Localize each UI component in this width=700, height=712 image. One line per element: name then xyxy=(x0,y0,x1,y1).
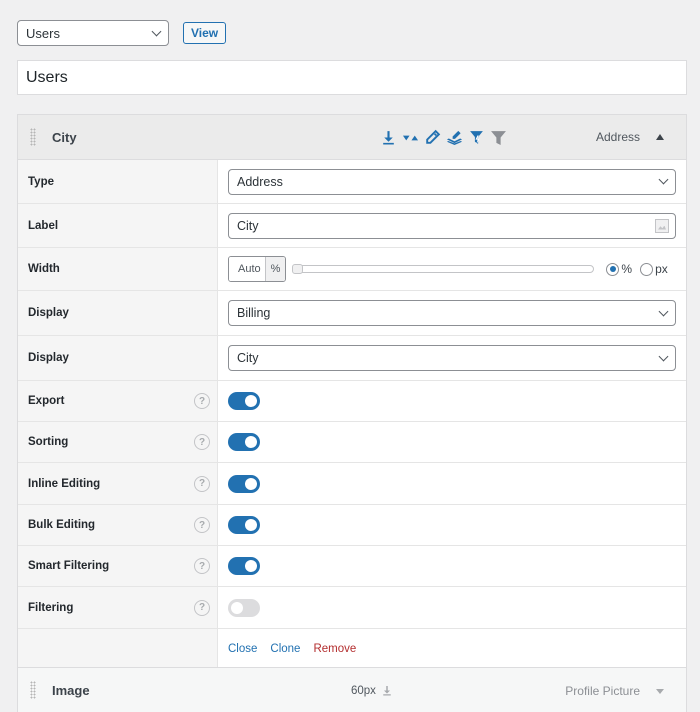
setting-row-display-billing: Display Billing xyxy=(18,291,686,336)
unit-radio-label: px xyxy=(655,262,668,276)
help-icon[interactable]: ? xyxy=(194,599,210,616)
chevron-down-icon xyxy=(658,174,669,185)
setting-label: Sorting xyxy=(28,436,69,448)
column-name: Image xyxy=(52,682,90,698)
display-field-select[interactable]: City xyxy=(228,345,676,371)
smart-filter-icon[interactable] xyxy=(468,129,485,146)
chevron-down-icon xyxy=(151,26,162,36)
bulk-editing-toggle[interactable] xyxy=(228,516,260,534)
setting-label: Width xyxy=(18,248,218,290)
setting-label: Display xyxy=(18,336,218,380)
help-icon[interactable]: ? xyxy=(194,434,210,450)
setting-row-sorting: Sorting? xyxy=(18,422,686,463)
unit-radio-percent[interactable]: % xyxy=(606,262,632,276)
column-type-label: Profile Picture xyxy=(565,684,640,698)
setting-label: Filtering xyxy=(28,601,74,614)
setting-label: Label xyxy=(18,204,218,247)
drag-handle-icon[interactable] xyxy=(30,128,36,146)
setting-row-display-city: Display City xyxy=(18,336,686,381)
bulk-edit-icon[interactable] xyxy=(446,129,463,146)
filter-icon[interactable] xyxy=(490,129,507,146)
setting-row-type: Type Address xyxy=(18,160,686,204)
remove-link[interactable]: Remove xyxy=(313,643,356,655)
setting-label: Smart Filtering xyxy=(28,560,110,572)
export-icon xyxy=(383,686,391,696)
list-title-input[interactable]: Users xyxy=(17,60,687,95)
clone-link[interactable]: Clone xyxy=(270,643,300,655)
view-button[interactable]: View xyxy=(183,22,227,44)
display-select-value: Billing xyxy=(237,306,271,320)
export-icon[interactable] xyxy=(380,129,397,146)
width-slider[interactable] xyxy=(292,264,595,274)
sort-icon[interactable] xyxy=(402,129,419,146)
setting-label: Type xyxy=(18,160,218,203)
setting-label: Export xyxy=(28,395,65,407)
column-width-value: 60px xyxy=(351,684,376,697)
setting-row-export: Export? xyxy=(18,381,686,422)
setting-row-label: Label City xyxy=(18,204,686,248)
chevron-down-icon xyxy=(658,351,669,361)
type-select-value: Address xyxy=(237,174,283,189)
radio-selected-icon[interactable] xyxy=(606,262,620,276)
setting-row-smart-filtering: Smart Filtering? xyxy=(18,546,686,587)
column-width-indicator: 60px xyxy=(351,684,393,697)
width-slider-thumb[interactable] xyxy=(292,264,304,274)
list-screen-select-value: Users xyxy=(26,25,60,41)
column-type-label: Address xyxy=(595,130,640,144)
width-auto-input[interactable]: Auto xyxy=(229,257,266,281)
column-header[interactable]: City Address xyxy=(18,115,686,160)
setting-label: Display xyxy=(18,291,218,335)
width-unit-button[interactable]: % xyxy=(265,257,286,281)
label-input-value: City xyxy=(237,218,259,233)
column-feature-icons xyxy=(380,129,507,146)
sorting-toggle[interactable] xyxy=(228,433,260,451)
unit-radio-px[interactable]: px xyxy=(640,262,668,276)
setting-row-inline-editing: Inline Editing? xyxy=(18,463,686,505)
help-icon[interactable]: ? xyxy=(194,475,210,492)
display-select-value: City xyxy=(237,351,259,365)
help-icon[interactable]: ? xyxy=(194,393,210,409)
column-actions-row: Close Clone Remove xyxy=(18,629,686,669)
inline-editing-toggle[interactable] xyxy=(228,474,260,493)
filtering-toggle[interactable] xyxy=(228,598,260,617)
smart-filtering-toggle[interactable] xyxy=(228,557,260,575)
export-toggle[interactable] xyxy=(228,392,260,410)
radio-unselected-icon[interactable] xyxy=(640,262,654,276)
display-address-type-select[interactable]: Billing xyxy=(228,300,676,326)
column-panel-city: City Address Type Address Label City Wid… xyxy=(17,114,687,670)
empty-label-cell xyxy=(18,629,218,669)
column-name: City xyxy=(52,129,77,145)
setting-row-filtering: Filtering? xyxy=(18,587,686,629)
chevron-down-icon xyxy=(658,306,669,316)
expand-toggle-icon[interactable] xyxy=(656,689,664,694)
column-panel-image[interactable]: Image 60px Profile Picture xyxy=(17,667,687,712)
drag-handle-icon[interactable] xyxy=(30,681,36,699)
width-input-group: Auto % xyxy=(228,256,287,282)
setting-row-width: Width Auto % % px xyxy=(18,248,686,291)
collapse-toggle-icon[interactable] xyxy=(656,134,664,140)
help-icon[interactable]: ? xyxy=(194,558,210,574)
setting-label: Inline Editing xyxy=(28,477,101,490)
unit-radio-label: % xyxy=(621,262,633,276)
topbar: Users View xyxy=(17,20,227,46)
label-input[interactable]: City xyxy=(228,212,676,239)
help-icon[interactable]: ? xyxy=(194,517,210,533)
image-icon[interactable] xyxy=(655,218,669,233)
setting-label: Bulk Editing xyxy=(28,519,96,531)
list-screen-select[interactable]: Users xyxy=(17,20,169,46)
close-link[interactable]: Close xyxy=(228,643,257,655)
type-select[interactable]: Address xyxy=(228,168,676,195)
inline-edit-icon[interactable] xyxy=(424,129,441,146)
setting-row-bulk-editing: Bulk Editing? xyxy=(18,505,686,546)
